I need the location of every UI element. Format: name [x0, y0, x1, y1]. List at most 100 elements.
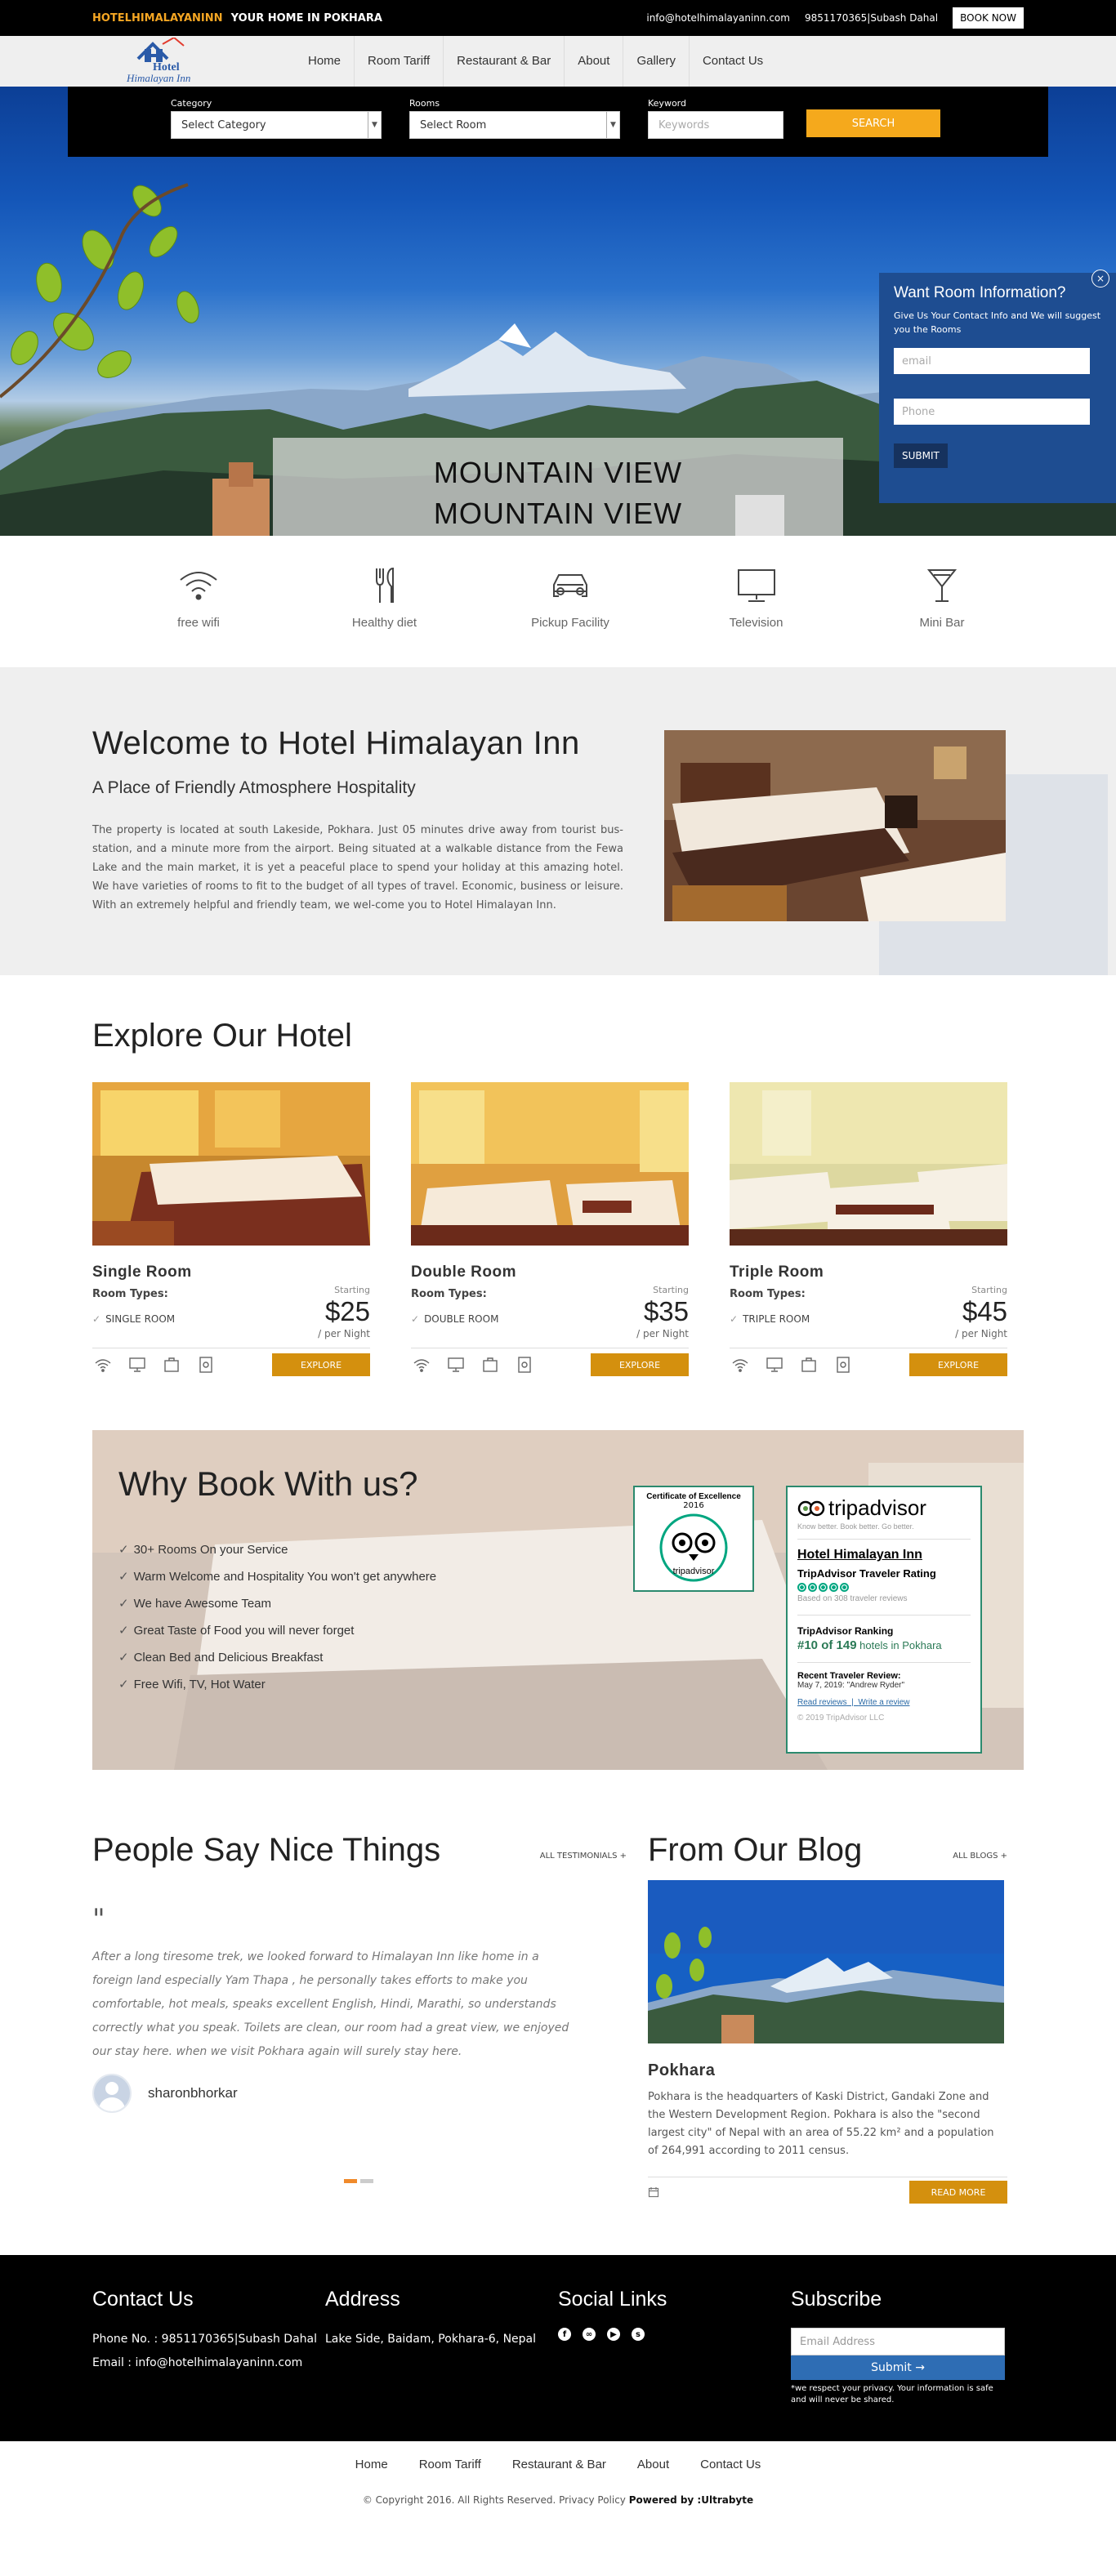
rooms-select[interactable]: Select Room ▼ — [409, 111, 620, 139]
welcome-subtitle: A Place of Friendly Atmosphere Hospitali… — [92, 778, 416, 797]
write-review-link[interactable]: Write a review — [858, 1698, 909, 1707]
blog-post-image[interactable] — [648, 1880, 1004, 2043]
testimonial-author: sharonbhorkar — [92, 2074, 648, 2113]
close-icon[interactable]: × — [1091, 270, 1109, 287]
room-name[interactable]: Single Room — [92, 1263, 370, 1281]
nav-about[interactable]: About — [564, 36, 623, 87]
safe-icon — [518, 1357, 531, 1373]
category-label: Category — [171, 98, 212, 109]
tripadvisor-widget: tripadvisor Know better. Book better. Go… — [786, 1486, 982, 1754]
room-photo[interactable] — [92, 1082, 370, 1246]
hotel-logo[interactable]: Hotel Himalayan Inn — [115, 38, 213, 85]
room-type: ✓ SINGLE ROOM — [92, 1313, 175, 1325]
all-testimonials-link[interactable]: ALL TESTIMONIALS + — [540, 1852, 627, 1861]
room-info-submit-button[interactable]: SUBMIT — [894, 443, 948, 468]
tripadvisor-hotel-link[interactable]: Hotel Himalayan Inn — [797, 1548, 971, 1562]
room-type: ✓ TRIPLE ROOM — [730, 1313, 810, 1325]
why-item: ✓ Free Wifi, TV, Hot Water — [118, 1678, 266, 1691]
footer-subscribe-title: Subscribe — [791, 2288, 882, 2311]
car-icon — [553, 574, 587, 597]
room-photo[interactable] — [730, 1082, 1007, 1246]
main-navigation: Hotel Himalayan Inn Home Room Tariff Res… — [0, 36, 1116, 87]
why-list: ✓ 30+ Rooms On your Service ✓ Warm Welcome… — [118, 1536, 436, 1698]
hero-caption: MOUNTAIN VIEW MOUNTAIN VIEW — [273, 438, 843, 536]
luggage-icon — [483, 1357, 498, 1372]
room-info-email-field[interactable] — [894, 348, 1090, 374]
testimonials: People Say Nice Things ALL TESTIMONIALS … — [92, 1832, 648, 2255]
why-item: ✓ 30+ Rooms On your Service — [118, 1543, 288, 1557]
ranking-label: TripAdvisor Ranking — [797, 1625, 894, 1637]
bottom-nav-about[interactable]: About — [637, 2458, 669, 2471]
footer-email[interactable]: Email : info@hotelhimalayaninn.com — [92, 2351, 325, 2375]
amenity-minibar: Mini Bar — [885, 567, 999, 630]
blog-post-title[interactable]: Pokhara — [648, 2061, 1007, 2080]
read-more-button[interactable]: READ MORE — [909, 2181, 1007, 2204]
subscribe-email-field[interactable] — [791, 2328, 1005, 2355]
privacy-note: *we respect your privacy. Your informati… — [791, 2384, 993, 2404]
nav-restaurant-bar[interactable]: Restaurant & Bar — [443, 36, 564, 87]
amenity-wifi: free wifi — [141, 567, 256, 630]
cocktail-icon — [926, 569, 958, 602]
explore-button[interactable]: EXPLORE — [591, 1353, 689, 1376]
blog-post-text: Pokhara is the headquarters of Kaski Dis… — [648, 2091, 994, 2157]
bottom-nav-restaurant-bar[interactable]: Restaurant & Bar — [512, 2458, 606, 2471]
book-now-button[interactable]: BOOK NOW — [953, 7, 1024, 29]
tripadvisor-logo[interactable]: tripadvisor — [797, 1495, 971, 1521]
room-type: ✓ DOUBLE ROOM — [411, 1313, 498, 1325]
hero-slider: Category Select Category ▼ Rooms Select … — [0, 87, 1116, 536]
powered-by[interactable]: Powered by :Ultrabyte — [629, 2494, 753, 2506]
all-blogs-link[interactable]: ALL BLOGS + — [953, 1852, 1007, 1861]
top-email[interactable]: info@hotelhimalayaninn.com — [646, 12, 790, 24]
nav-home[interactable]: Home — [295, 36, 354, 87]
bottom-nav-contact-us[interactable]: Contact Us — [700, 2458, 761, 2471]
certificate-of-excellence-badge[interactable]: Certificate of Excellence 2016 tripadvis… — [633, 1486, 754, 1592]
youtube-icon[interactable]: ▶ — [607, 2328, 620, 2341]
caption-line-1: MOUNTAIN VIEW — [433, 456, 683, 489]
footer-address-title: Address — [325, 2288, 400, 2311]
category-select[interactable]: Select Category ▼ — [171, 111, 382, 139]
footer-contact-title: Contact Us — [92, 2288, 194, 2311]
nav-gallery[interactable]: Gallery — [623, 36, 689, 87]
based-on-text: Based on 308 traveler reviews — [797, 1594, 971, 1616]
wifi-icon — [95, 1359, 111, 1372]
cutlery-icon — [375, 567, 394, 603]
television-icon — [129, 1357, 145, 1372]
check-icon: ✓ — [92, 1313, 101, 1325]
explore-button[interactable]: EXPLORE — [272, 1353, 370, 1376]
bottom-nav-room-tariff[interactable]: Room Tariff — [419, 2458, 481, 2471]
why-item: ✓ Great Taste of Food you will never forg… — [118, 1624, 355, 1638]
bottom-nav-home[interactable]: Home — [355, 2458, 388, 2471]
carousel-dot[interactable] — [360, 2179, 373, 2183]
skype-icon[interactable]: s — [632, 2328, 645, 2341]
per-night-label: / per Night — [955, 1328, 1007, 1339]
footer-social-title: Social Links — [558, 2288, 667, 2311]
check-icon: ✓ — [411, 1313, 420, 1325]
welcome-room-image — [664, 730, 1006, 921]
explore-title: Explore Our Hotel — [92, 1018, 352, 1054]
room-price: $35 — [643, 1296, 689, 1326]
search-bar: Category Select Category ▼ Rooms Select … — [68, 87, 1048, 157]
room-photo[interactable] — [411, 1082, 689, 1246]
room-types-label: Room Types: — [92, 1288, 168, 1300]
recent-review-label: Recent Traveler Review: — [797, 1662, 971, 1681]
facebook-icon[interactable]: f — [558, 2328, 571, 2341]
room-info-phone-field[interactable] — [894, 399, 1090, 425]
nav-room-tariff[interactable]: Room Tariff — [354, 36, 443, 87]
testimonials-blog-section: People Say Nice Things ALL TESTIMONIALS … — [0, 1770, 1116, 2255]
room-name[interactable]: Triple Room — [730, 1263, 1007, 1281]
calendar-icon — [648, 2187, 659, 2198]
carousel-dot-active[interactable] — [344, 2179, 357, 2183]
explore-button[interactable]: EXPLORE — [909, 1353, 1007, 1376]
search-button[interactable]: SEARCH — [806, 109, 940, 137]
tripadvisor-icon[interactable]: ∞ — [583, 2328, 596, 2341]
brand-tagline: YOUR HOME IN POKHARA — [230, 11, 382, 25]
nav-contact-us[interactable]: Contact Us — [688, 36, 776, 87]
room-name[interactable]: Double Room — [411, 1263, 689, 1281]
keyword-input[interactable] — [648, 111, 783, 139]
amenity-label: Healthy diet — [351, 616, 417, 630]
check-icon: ✓ — [118, 1678, 129, 1691]
read-reviews-link[interactable]: Read reviews — [797, 1698, 847, 1707]
brand-name[interactable]: HOTELHIMALAYANINN — [92, 12, 223, 25]
check-icon: ✓ — [118, 1624, 129, 1638]
subscribe-submit-button[interactable]: Submit → — [791, 2355, 1005, 2380]
